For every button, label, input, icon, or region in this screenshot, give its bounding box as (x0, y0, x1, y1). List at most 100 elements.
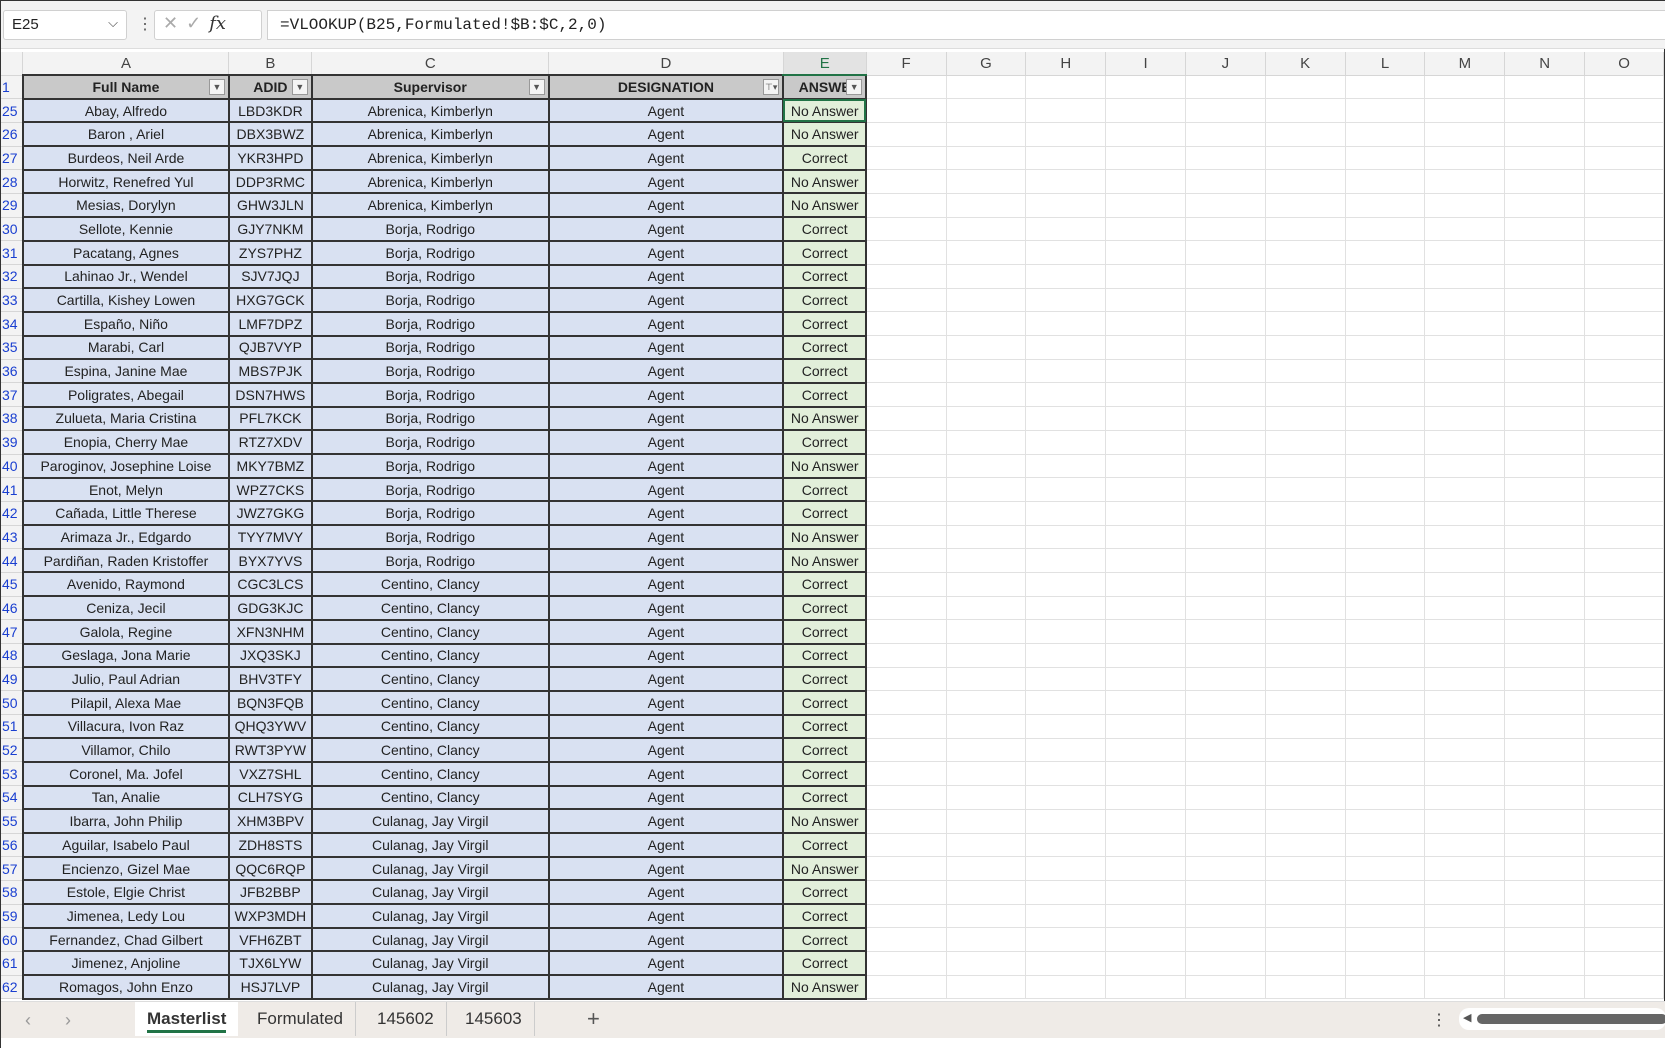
cell[interactable] (1504, 975, 1586, 1000)
confirm-icon[interactable]: ✓ (186, 13, 209, 33)
adid-cell[interactable]: GHW3JLN (227, 192, 313, 219)
designation-cell[interactable]: Agent (547, 192, 785, 219)
cell[interactable] (946, 501, 1027, 526)
cell[interactable] (1584, 311, 1664, 337)
full-name-cell[interactable]: Villacura, Ivon Raz (21, 713, 230, 740)
cell[interactable] (1424, 833, 1506, 858)
cell[interactable] (1584, 714, 1664, 739)
name-box[interactable]: E25 ⌵ (3, 10, 127, 40)
row-number[interactable]: 46 (1, 596, 24, 621)
adid-cell[interactable]: QQC6RQP (227, 855, 313, 882)
cell[interactable] (1345, 714, 1426, 739)
column-header-d[interactable]: D (548, 52, 784, 76)
cell[interactable] (1424, 382, 1506, 408)
supervisor-cell[interactable]: Culanag, Jay Virgil (310, 903, 550, 929)
cell[interactable] (1504, 122, 1586, 147)
column-header-h[interactable]: H (1025, 52, 1107, 76)
answer-cell[interactable]: No Answer (782, 405, 868, 432)
cell[interactable] (946, 193, 1027, 218)
answer-cell[interactable]: Correct (782, 310, 868, 337)
cell[interactable] (866, 667, 947, 692)
cell[interactable] (946, 904, 1027, 929)
designation-cell[interactable]: Agent (547, 121, 785, 148)
cell[interactable] (1424, 169, 1506, 194)
table-header-cell[interactable]: DESIGNATION ⊤▾ (547, 74, 785, 100)
cell[interactable] (1504, 667, 1586, 692)
cell[interactable] (1105, 572, 1186, 597)
cell[interactable] (1105, 454, 1186, 479)
cell[interactable] (1025, 240, 1107, 265)
cell[interactable] (866, 927, 947, 952)
adid-cell[interactable]: JWZ7GKG (227, 500, 313, 527)
cell[interactable] (1345, 311, 1426, 337)
answer-cell[interactable]: No Answer (782, 121, 868, 148)
row-number[interactable]: 45 (1, 572, 24, 597)
cell[interactable] (1345, 477, 1426, 502)
cell[interactable] (1105, 761, 1186, 787)
row-number[interactable]: 59 (1, 904, 24, 929)
cell[interactable] (1025, 525, 1107, 550)
cell[interactable] (1265, 430, 1346, 455)
cell[interactable] (1504, 761, 1586, 787)
full-name-cell[interactable]: Pardiñan, Raden Kristoffer (21, 547, 230, 574)
formula-input[interactable]: =VLOOKUP(B25,Formulated!$B:$C,2,0) (267, 10, 1665, 40)
designation-cell[interactable]: Agent (547, 429, 785, 455)
adid-cell[interactable]: DSN7HWS (227, 381, 313, 408)
adid-cell[interactable]: RWT3PYW (227, 737, 313, 763)
cell[interactable] (946, 454, 1027, 479)
chevron-right-icon[interactable]: › (65, 1010, 71, 1031)
cell[interactable] (1265, 880, 1346, 905)
answer-cell[interactable]: Correct (782, 926, 868, 953)
cell[interactable] (1504, 525, 1586, 550)
answer-cell[interactable]: Correct (782, 950, 868, 977)
cell[interactable] (1185, 193, 1266, 218)
full-name-cell[interactable]: Horwitz, Renefred Yul (21, 168, 230, 195)
answer-cell[interactable]: No Answer (782, 547, 868, 574)
cell[interactable] (1265, 382, 1346, 408)
full-name-cell[interactable]: Geslaga, Jona Marie (21, 642, 230, 669)
cell[interactable] (946, 856, 1027, 881)
cell[interactable] (1025, 430, 1107, 455)
cell[interactable] (1584, 454, 1664, 479)
cell[interactable] (946, 548, 1027, 573)
cell[interactable] (1105, 193, 1186, 218)
full-name-cell[interactable]: Villamor, Chilo (21, 737, 230, 763)
cell[interactable] (1584, 430, 1664, 455)
cell[interactable] (1185, 311, 1266, 337)
full-name-cell[interactable]: Lahinao Jr., Wendel (21, 263, 230, 290)
supervisor-cell[interactable]: Borja, Rodrigo (310, 263, 550, 290)
adid-cell[interactable]: WXP3MDH (227, 903, 313, 929)
row-number[interactable]: 55 (1, 809, 24, 834)
designation-cell[interactable]: Agent (547, 216, 785, 242)
full-name-cell[interactable]: Paroginov, Josephine Loise (21, 453, 230, 479)
cell[interactable] (1584, 596, 1664, 621)
cell[interactable] (1025, 761, 1107, 787)
cell[interactable] (1345, 335, 1426, 360)
cell[interactable] (1025, 667, 1107, 692)
cell[interactable] (1345, 264, 1426, 289)
cell[interactable] (1265, 122, 1346, 147)
supervisor-cell[interactable]: Centino, Clancy (310, 666, 550, 692)
cell[interactable] (866, 406, 947, 431)
cell[interactable] (866, 382, 947, 408)
cell[interactable] (1424, 122, 1506, 147)
cell[interactable] (1504, 809, 1586, 834)
table-header-cell[interactable]: Full Name ▼ (21, 74, 230, 100)
cell[interactable] (1185, 501, 1266, 526)
cell[interactable] (1105, 501, 1186, 526)
row-number[interactable]: 61 (1, 951, 24, 976)
cell[interactable] (1424, 311, 1506, 337)
cell[interactable] (1025, 880, 1107, 905)
cell[interactable] (1185, 122, 1266, 147)
full-name-cell[interactable]: Jimenea, Ledy Lou (21, 903, 230, 929)
cell[interactable] (1025, 454, 1107, 479)
cell[interactable] (1424, 359, 1506, 384)
row-number[interactable]: 30 (1, 217, 24, 242)
cell[interactable] (1504, 856, 1586, 881)
cell[interactable] (1265, 904, 1346, 929)
table-header-cell[interactable]: Supervisor ▼ (310, 74, 550, 100)
full-name-cell[interactable]: Enot, Melyn (21, 476, 230, 503)
cell[interactable] (1345, 761, 1426, 787)
adid-cell[interactable]: LBD3KDR (227, 97, 313, 124)
adid-cell[interactable]: MKY7BMZ (227, 453, 313, 479)
